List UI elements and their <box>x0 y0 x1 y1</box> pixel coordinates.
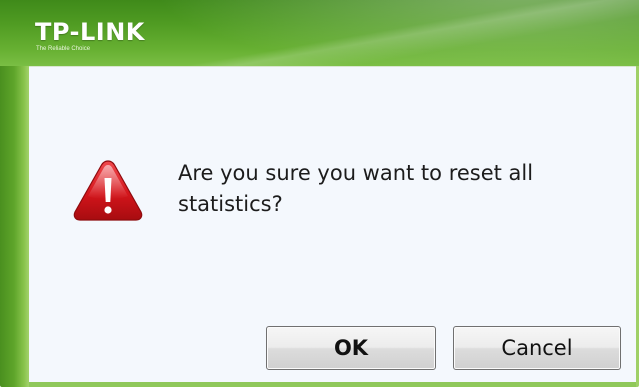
reset-statistics-dialog: TP-LINK The Reliable Choice Are you sure… <box>0 0 639 387</box>
tp-link-logo: TP-LINK The Reliable Choice <box>35 20 145 53</box>
logo-tagline: The Reliable Choice <box>36 46 91 52</box>
ok-button[interactable]: OK <box>266 326 436 370</box>
dialog-header: TP-LINK The Reliable Choice <box>0 0 639 66</box>
cancel-button[interactable]: Cancel <box>453 326 621 370</box>
dialog-message: Are you sure you want to reset all stati… <box>178 161 534 216</box>
dialog-bottom-edge <box>29 382 636 387</box>
logo-brand-text: TP-LINK <box>35 18 145 46</box>
warning-icon <box>73 160 143 221</box>
